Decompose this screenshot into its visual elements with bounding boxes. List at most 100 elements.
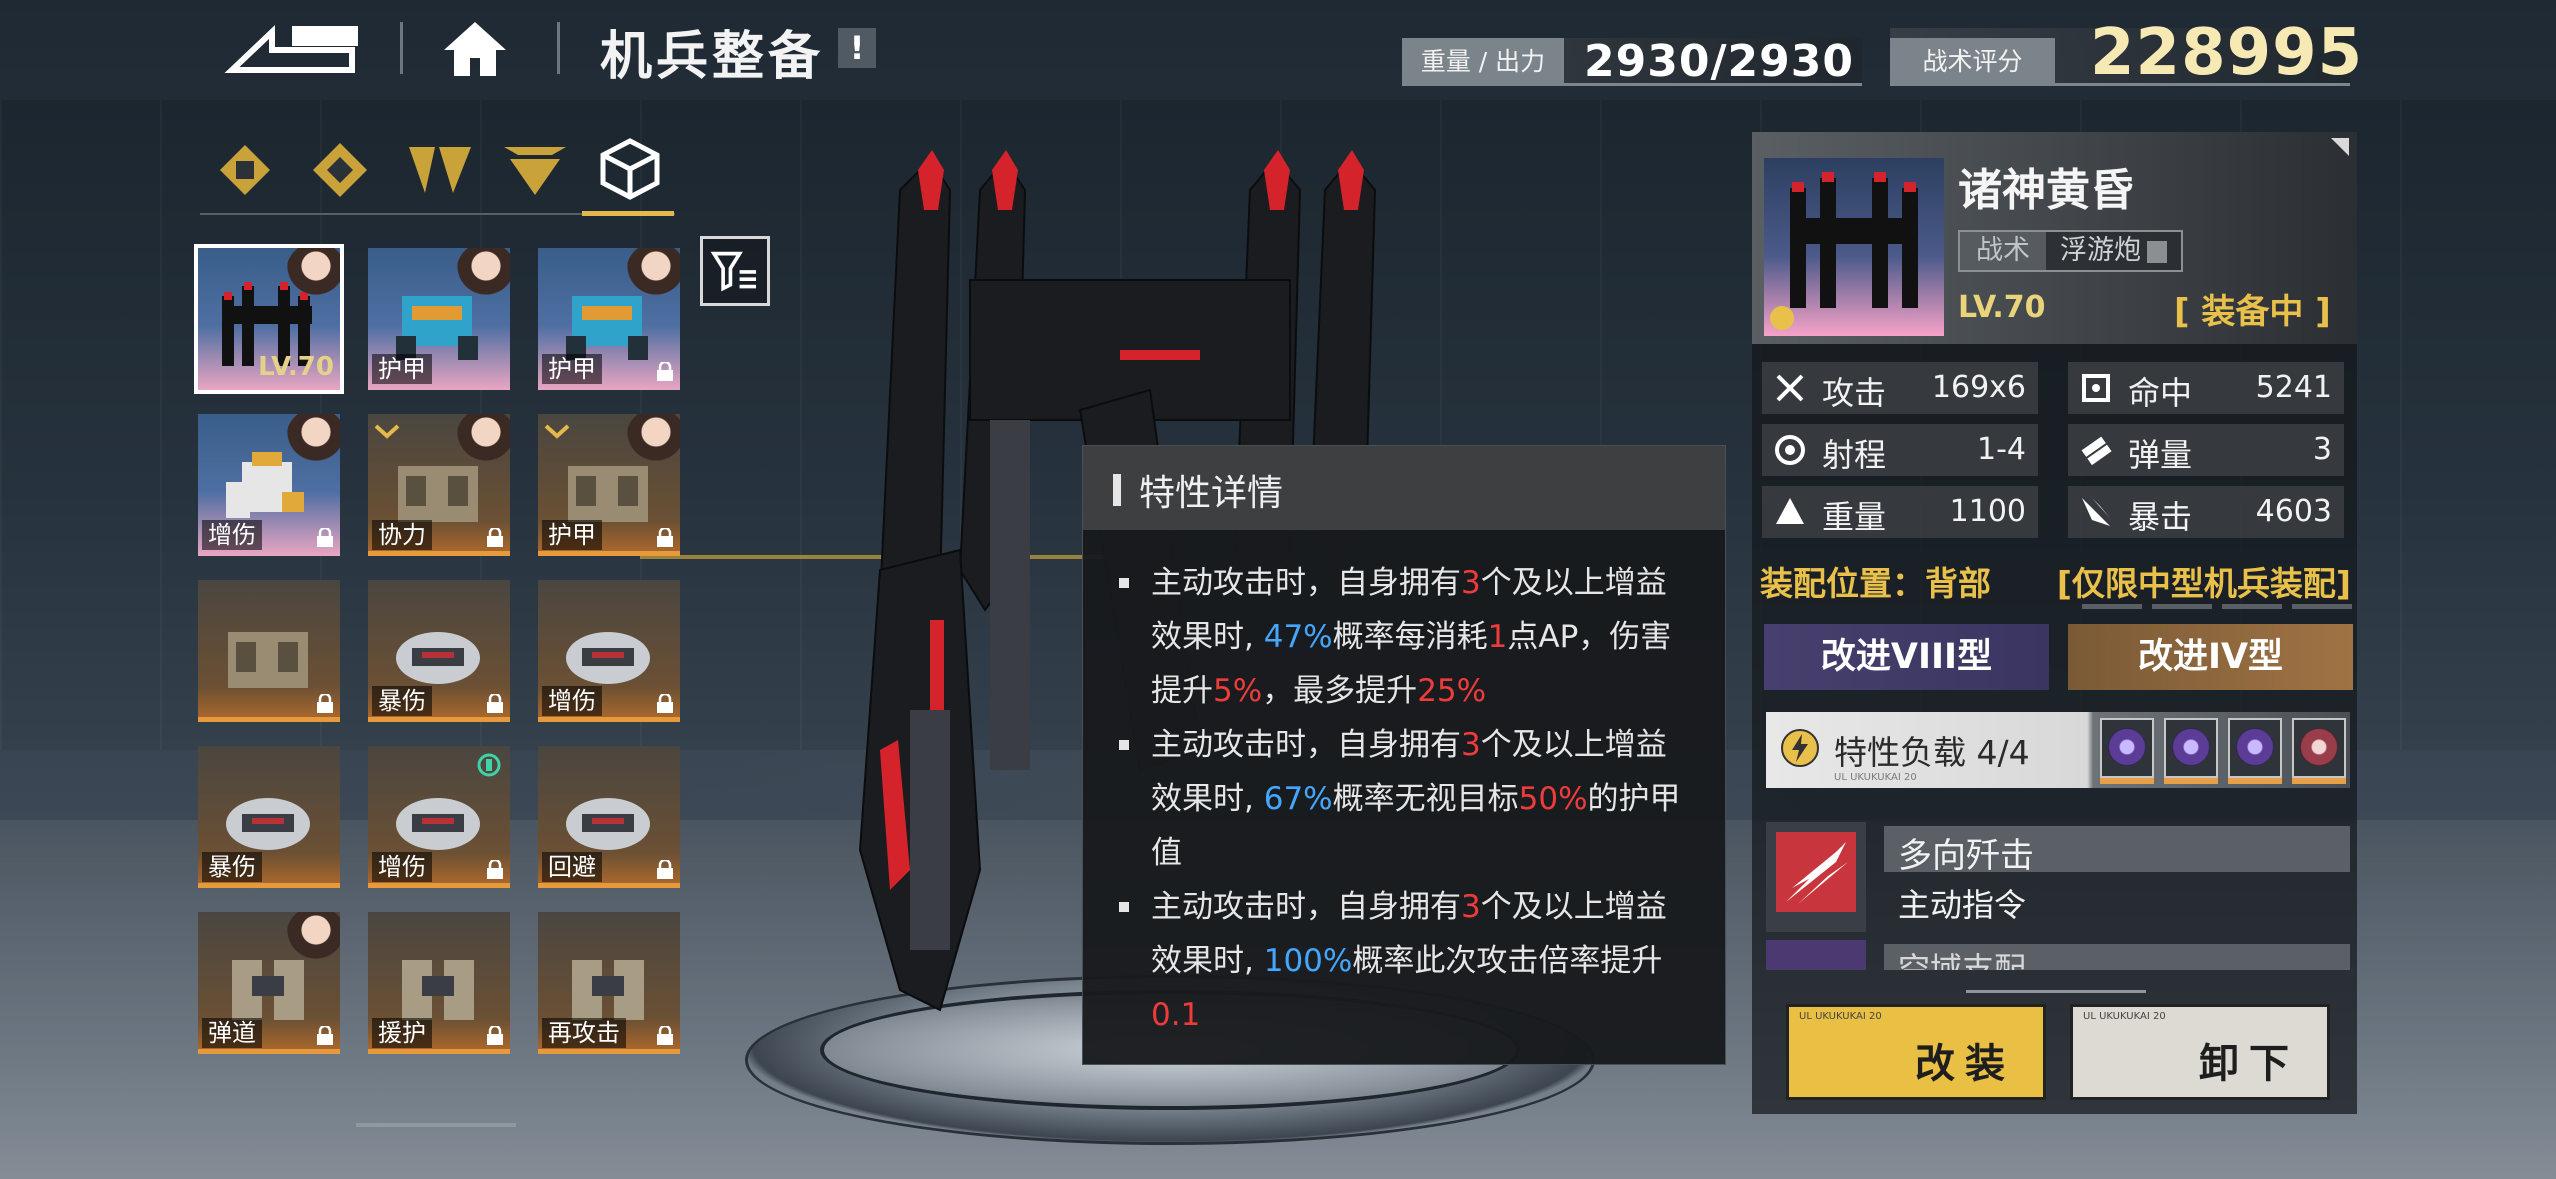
rarity-line	[368, 717, 510, 722]
weight-label: 重量 / 出力	[1402, 38, 1564, 86]
back-icon[interactable]	[222, 20, 362, 78]
trait-text-segment: 67%	[1263, 781, 1333, 817]
inventory-slot[interactable]: 暴伤	[368, 580, 510, 722]
module-indicator	[2228, 778, 2282, 784]
module-indicator	[2292, 778, 2346, 784]
equipment-thumbnail	[1764, 158, 1944, 336]
equipment-tags: 战术 浮游炮	[1958, 230, 2183, 272]
inventory-slot[interactable]: 增伤	[368, 746, 510, 888]
crit-icon	[2082, 498, 2110, 526]
inventory-slot[interactable]: 暴伤	[198, 746, 340, 888]
inventory-slot[interactable]	[198, 580, 340, 722]
inventory-slot[interactable]: 护甲	[368, 248, 510, 390]
inventory-scrollbar[interactable]	[356, 1123, 516, 1127]
category-tab-chassis-icon[interactable]	[210, 135, 280, 205]
inventory-slot[interactable]: 援护	[368, 912, 510, 1054]
upgrade-variant-b-button[interactable]: 改进IV型	[2068, 624, 2353, 690]
trait-module-slot[interactable]	[2228, 718, 2282, 778]
trait-text-segment: 3	[1461, 889, 1481, 925]
trait-text-segment: 效果时,	[1151, 781, 1264, 817]
slot-tag: 暴伤	[372, 686, 432, 716]
trait-module-icon	[2108, 728, 2146, 766]
slot-tag: 回避	[542, 852, 602, 882]
equipment-detail-panel: 诸神黄昏 战术 浮游炮 LV.70 [ 装备中 ] 攻击 169x6 命中 5241 射程…	[1752, 132, 2357, 1114]
trait-load-subtext: UL UKUKUKAI 20	[1834, 772, 1917, 783]
category-tab-armor-icon[interactable]	[305, 135, 375, 205]
trait-text-segment: 3	[1461, 565, 1481, 601]
refit-button-label: 改装	[1915, 1041, 2015, 1087]
inventory-slot[interactable]: 回避	[538, 746, 680, 888]
unequip-button[interactable]: UL UKUKUKAI 20 卸下	[2070, 1004, 2330, 1100]
trait-text-segment: 概率此次攻击倍率提升	[1352, 943, 1663, 979]
skill-icon	[1766, 822, 1866, 932]
inventory-slot[interactable]: 弹道	[198, 912, 340, 1054]
trait-line: 值	[1151, 826, 1699, 880]
tag-type: 浮游炮	[2046, 232, 2181, 270]
trait-module-slot[interactable]	[2164, 718, 2218, 778]
trait-text-segment: 5%	[1213, 673, 1263, 709]
inventory-slot[interactable]: 再攻击	[538, 912, 680, 1054]
lock-icon	[657, 694, 673, 713]
trait-text-segment: 效果时,	[1151, 619, 1264, 655]
stat-value: 4603	[2255, 494, 2332, 529]
slot-tag: 增伤	[372, 852, 432, 882]
trait-line: 主动攻击时，自身拥有3个及以上增益	[1151, 880, 1699, 934]
trait-text-segment: 值	[1151, 835, 1182, 871]
multi-strike-icon	[1776, 832, 1856, 912]
info-mini-icon[interactable]	[2147, 240, 2167, 263]
stat-label: 重量	[1822, 498, 1887, 536]
lock-icon	[487, 528, 503, 547]
category-tab-weapon-a-icon[interactable]	[405, 135, 475, 205]
refit-button[interactable]: UL UKUKUKAI 20 改装	[1786, 1004, 2046, 1100]
trait-line: 效果时, 47%概率每消耗1点AP，伤害	[1151, 610, 1699, 664]
skill-icon	[1766, 940, 1866, 970]
button-microtext: UL UKUKUKAI 20	[2083, 1011, 2166, 1022]
trait-text-segment: 50%	[1518, 781, 1588, 817]
home-icon[interactable]	[440, 18, 510, 80]
lock-icon	[317, 694, 333, 713]
trait-module-slot[interactable]	[2100, 718, 2154, 778]
inventory-slot[interactable]: 协力	[368, 414, 510, 556]
stat-value: 1100	[1949, 494, 2026, 529]
skill-name: 多向歼击	[1898, 836, 2034, 876]
trait-text-segment: 的护甲	[1587, 781, 1681, 817]
stat-item: 射程 1-4	[1762, 424, 2038, 476]
mount-restriction: [仅限中型机兵装配]	[2056, 564, 2351, 603]
slot-tag: 增伤	[542, 686, 602, 716]
trait-text-segment: 点AP，伤害	[1507, 619, 1672, 655]
mount-position: 装配位置：背部	[1760, 564, 1991, 603]
info-badge[interactable]: !	[838, 28, 876, 68]
trait-line: 主动攻击时，自身拥有3个及以上增益	[1151, 556, 1699, 610]
inventory-slot[interactable]: 增伤	[198, 414, 340, 556]
rarity-line	[538, 1049, 680, 1054]
trait-popup-title: 特性详情	[1139, 473, 1284, 514]
lock-icon	[317, 528, 333, 547]
upgrade-variant-a-button[interactable]: 改进VIII型	[1764, 624, 2049, 690]
trait-load-bar: 特性负载 4/4 UL UKUKUKAI 20	[1766, 712, 2350, 788]
inventory-slot[interactable]: 护甲	[538, 248, 680, 390]
stat-label: 射程	[1822, 436, 1887, 474]
inventory-slot[interactable]: 护甲	[538, 414, 680, 556]
lock-icon	[657, 362, 673, 381]
category-tab-weapon-b-icon[interactable]	[500, 135, 570, 205]
skill-item[interactable]: 多向歼击 主动指令	[1766, 822, 2350, 932]
rarity-line	[368, 1049, 510, 1054]
stat-label: 暴击	[2128, 498, 2193, 536]
trait-bullet	[1119, 902, 1129, 912]
category-tab-system-icon[interactable]	[595, 135, 665, 205]
skill-scrollbar[interactable]	[1966, 990, 2146, 993]
stat-item: 弹量 3	[2068, 424, 2344, 476]
filter-sort-icon[interactable]	[700, 236, 770, 306]
button-microtext: UL UKUKUKAI 20	[1799, 1011, 1882, 1022]
rarity-line	[368, 883, 510, 888]
range-icon	[1775, 435, 1805, 465]
trait-module-slot[interactable]	[2292, 718, 2346, 778]
trait-text-segment: 0.1	[1151, 997, 1201, 1033]
slot-level: LV.70	[258, 352, 334, 382]
stat-value: 3	[2312, 432, 2332, 467]
skill-item[interactable]: 空域支配	[1766, 940, 2350, 970]
lightning-icon	[1781, 729, 1819, 767]
stat-item: 命中 5241	[2068, 362, 2344, 414]
inventory-slot[interactable]: 增伤	[538, 580, 680, 722]
inventory-slot[interactable]: LV.70	[194, 244, 344, 394]
